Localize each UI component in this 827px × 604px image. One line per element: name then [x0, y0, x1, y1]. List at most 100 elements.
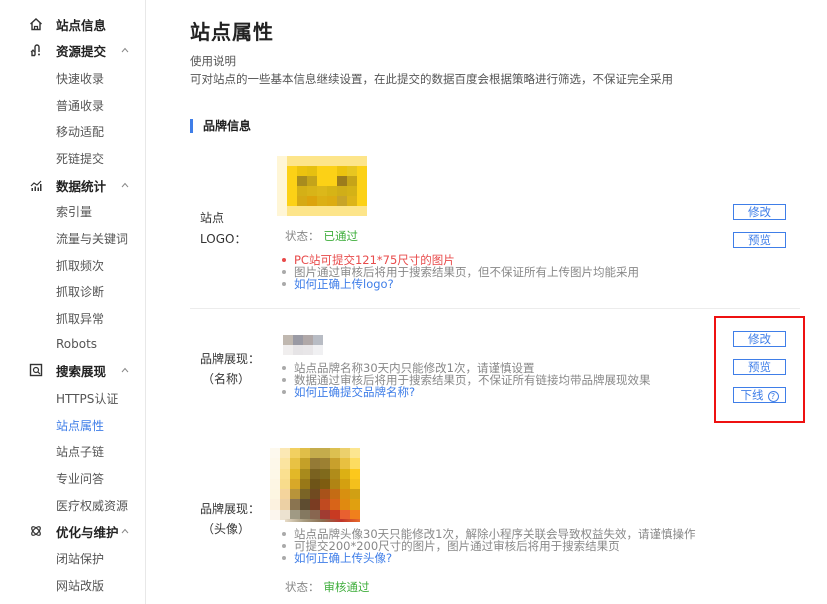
statistics-chart-icon [28, 177, 44, 193]
image-pixel [350, 499, 360, 510]
image-pixel [340, 448, 350, 459]
brand-name-preview-button[interactable]: 预览 [733, 359, 786, 375]
sidebar-group-optimize-maintain[interactable]: 优化与维护 [0, 519, 146, 543]
image-pixel [337, 176, 347, 186]
image-pixel [350, 478, 360, 490]
sidebar-item-crawl-frequency[interactable]: 抓取频次 [56, 257, 104, 274]
brand-name-modify-button[interactable]: 修改 [733, 331, 786, 347]
status-value: 审核通过 [323, 580, 370, 594]
image-pixel [287, 166, 297, 176]
image-pixel [337, 206, 347, 216]
image-pixel [303, 335, 313, 345]
image-pixel [320, 489, 330, 500]
image-pixel [280, 468, 290, 479]
submit-resource-icon [28, 42, 44, 58]
image-pixel [310, 499, 320, 510]
status-key: 状态： [285, 580, 320, 594]
image-pixel [277, 186, 287, 196]
usage-description: 可对站点的一些基本信息继续设置，在此提交的数据百度会根据策略进行筛选，不保证完全… [190, 72, 673, 86]
chevron-up-icon [121, 367, 129, 373]
brand-avatar-image [270, 448, 360, 520]
image-pixel [330, 458, 340, 469]
image-pixel [280, 458, 290, 469]
logo-status: 状态： 已通过 [285, 228, 358, 244]
image-pixel [297, 206, 307, 216]
image-pixel [350, 458, 360, 469]
image-pixel [307, 206, 317, 216]
help-circle-icon[interactable]: ? [767, 391, 779, 402]
brand-avatar-status: 状态： 审核通过 [285, 579, 370, 595]
sidebar-item-dead-link[interactable]: 死链提交 [56, 150, 104, 167]
logo-modify-button[interactable]: 修改 [733, 204, 786, 220]
search-display-icon [28, 362, 44, 378]
image-pixel [320, 499, 330, 510]
sidebar-group-site-info[interactable]: 站点信息 [0, 12, 146, 36]
sidebar-item-https-auth[interactable]: HTTPS认证 [56, 390, 118, 407]
sidebar-item-index-volume[interactable]: 索引量 [56, 203, 92, 220]
image-pixel [287, 186, 297, 196]
image-pixel [327, 156, 337, 166]
sidebar-group-label: 站点信息 [56, 17, 107, 33]
logo-preview-button[interactable]: 预览 [733, 232, 786, 248]
image-pixel [300, 499, 310, 510]
image-pixel [330, 489, 340, 500]
logo-label: 站点 LOGO： [200, 209, 246, 248]
logo-help-link[interactable]: 如何正确上传logo? [282, 278, 639, 290]
brand-name-offline-button[interactable]: 下线? [733, 387, 786, 403]
image-pixel [307, 156, 317, 166]
image-pixel [340, 468, 350, 479]
sidebar-item-site-attributes[interactable]: 站点属性 [56, 417, 104, 434]
sidebar-item-medical-resources[interactable]: 医疗权威资源 [56, 497, 128, 514]
logo-label-line2: LOGO： [200, 232, 247, 246]
image-pixel [357, 206, 367, 216]
sidebar-item-traffic-keywords[interactable]: 流量与关键词 [56, 230, 128, 247]
sidebar-item-crawl-errors[interactable]: 抓取异常 [56, 310, 104, 327]
image-pixel [337, 156, 347, 166]
image-pixel [287, 196, 297, 206]
sidebar-item-site-revision[interactable]: 网站改版 [56, 577, 104, 594]
sidebar-item-site-sublinks[interactable]: 站点子链 [56, 443, 104, 460]
image-pixel [280, 489, 290, 500]
usage-title: 使用说明 [190, 54, 236, 68]
brand-avatar-help-link[interactable]: 如何正确上传头像? [282, 552, 695, 564]
sidebar-group-search-display[interactable]: 搜索展现 [0, 358, 146, 382]
brand-avatar-label: 品牌展现： （头像） [200, 500, 260, 538]
image-pixel [303, 345, 313, 355]
image-pixel [290, 448, 300, 459]
sidebar-item-crawl-diagnosis[interactable]: 抓取诊断 [56, 283, 104, 300]
image-pixel [327, 206, 337, 216]
image-pixel [320, 448, 330, 459]
image-pixel [337, 166, 347, 176]
image-pixel [287, 156, 297, 166]
image-pixel [297, 176, 307, 186]
sidebar-group-label: 搜索展现 [56, 363, 107, 379]
image-pixel [270, 478, 280, 490]
sidebar-item-mobile-adapt[interactable]: 移动适配 [56, 123, 104, 140]
image-pixel [317, 176, 327, 186]
sidebar-item-site-closure-protection[interactable]: 闭站保护 [56, 550, 104, 567]
image-pixel [290, 458, 300, 469]
image-pixel [270, 509, 280, 520]
sidebar-item-quick-index[interactable]: 快速收录 [56, 70, 104, 87]
brand-name-image [283, 335, 323, 355]
logo-label-line1: 站点 [200, 211, 225, 225]
sidebar-group-resource-submit[interactable]: 资源提交 [0, 38, 146, 62]
image-pixel [357, 156, 367, 166]
image-pixel [297, 186, 307, 196]
image-pixel [277, 196, 287, 206]
image-pixel [270, 468, 280, 479]
brand-name-help-link[interactable]: 如何正确提交品牌名称? [282, 386, 651, 398]
image-pixel [350, 489, 360, 500]
image-pixel [310, 448, 320, 459]
image-pixel [347, 196, 357, 206]
sidebar-item-normal-index[interactable]: 普通收录 [56, 97, 104, 114]
sidebar-group-statistics[interactable]: 数据统计 [0, 173, 146, 197]
sidebar-item-expert-qa[interactable]: 专业问答 [56, 470, 104, 487]
image-pixel [297, 156, 307, 166]
image-pixel [300, 468, 310, 479]
chevron-up-icon [121, 182, 129, 188]
image-pixel [290, 489, 300, 500]
image-pixel [317, 196, 327, 206]
sidebar-item-robots[interactable]: Robots [56, 337, 97, 351]
image-pixel [327, 196, 337, 206]
